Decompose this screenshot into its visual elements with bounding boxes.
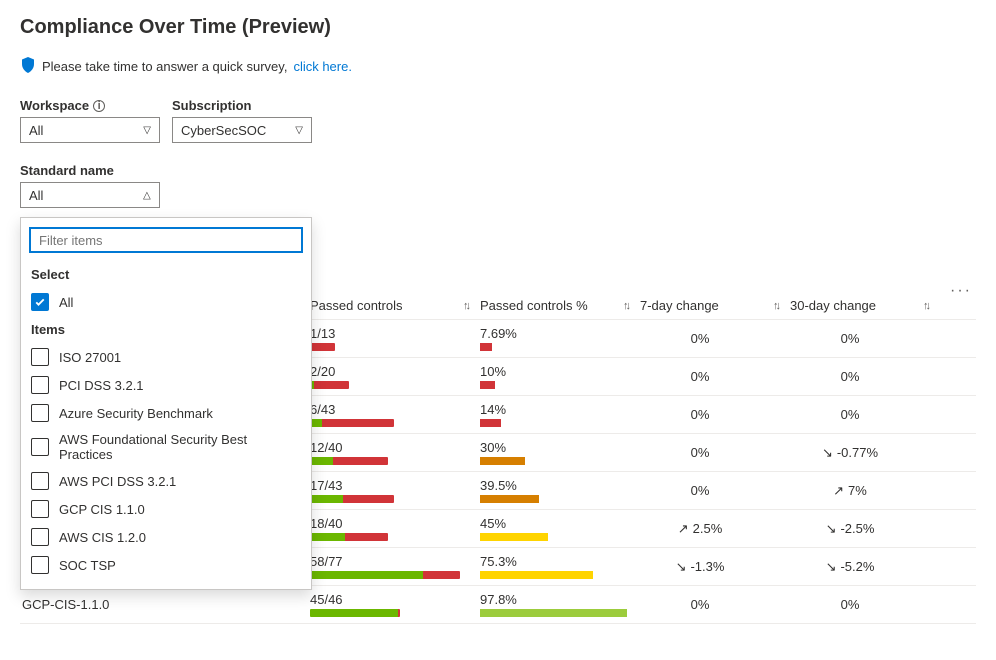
page-title: Compliance Over Time (Preview) <box>20 16 976 39</box>
survey-link[interactable]: click here. <box>293 59 352 74</box>
passed-cell: 17/43 <box>310 478 480 503</box>
7day-change: ↗2.5% <box>640 521 790 537</box>
passed-pct-cell: 39.5% <box>480 478 640 503</box>
checkbox[interactable] <box>31 556 49 574</box>
7day-change: ↘-1.3% <box>640 559 790 575</box>
passed-pct-cell: 14% <box>480 402 640 427</box>
standard-item[interactable]: GCP CIS 1.1.0 <box>21 495 311 523</box>
standard-item[interactable]: AWS PCI DSS 3.2.1 <box>21 467 311 495</box>
info-icon[interactable]: i <box>93 100 105 112</box>
checkbox[interactable] <box>31 472 49 490</box>
col-passed-pct[interactable]: Passed controls % <box>480 298 588 313</box>
checkbox[interactable] <box>31 376 49 394</box>
standard-item[interactable]: Azure Security Benchmark <box>21 399 311 427</box>
subscription-dropdown[interactable]: CyberSecSOC ▽ <box>172 117 312 143</box>
sort-icon[interactable]: ↑↓ <box>463 300 468 312</box>
30day-change: 0% <box>790 597 940 612</box>
col-7day[interactable]: 7-day change <box>640 298 719 313</box>
standard-item-label: AWS Foundational Security Best Practices <box>59 432 301 462</box>
standard-item-label: GCP CIS 1.1.0 <box>59 502 145 517</box>
chevron-down-icon: ▽ <box>143 125 151 136</box>
filter-items-input[interactable] <box>29 227 303 253</box>
workspace-value: All <box>29 123 43 138</box>
standard-item-label: PCI DSS 3.2.1 <box>59 378 144 393</box>
7day-change: 0% <box>640 597 790 612</box>
trend-up-icon: ↗ <box>833 483 844 499</box>
standard-item[interactable]: AWS CIS 1.2.0 <box>21 523 311 551</box>
passed-cell: 18/40 <box>310 516 480 541</box>
workspace-label: Workspace <box>20 98 89 113</box>
select-section-label: Select <box>21 261 311 288</box>
passed-pct-cell: 45% <box>480 516 640 541</box>
standard-item-label: ISO 27001 <box>59 350 121 365</box>
30day-change: 0% <box>790 331 940 346</box>
survey-banner: Please take time to answer a quick surve… <box>20 57 976 76</box>
standard-item[interactable]: AWS Foundational Security Best Practices <box>21 427 311 467</box>
7day-change: 0% <box>640 369 790 384</box>
more-menu[interactable]: ··· <box>950 282 972 300</box>
checkbox[interactable] <box>31 404 49 422</box>
col-30day[interactable]: 30-day change <box>790 298 876 313</box>
standard-label: Standard name <box>20 163 976 178</box>
passed-pct-cell: 30% <box>480 440 640 465</box>
workspace-dropdown[interactable]: All ▽ <box>20 117 160 143</box>
7day-change: 0% <box>640 407 790 422</box>
trend-down-icon: ↘ <box>826 559 837 575</box>
trend-down-icon: ↘ <box>826 521 837 537</box>
passed-cell: 2/20 <box>310 364 480 389</box>
standard-dropdown-panel: Select All Items ISO 27001 PCI DSS 3.2.1 A… <box>20 217 312 590</box>
subscription-label: Subscription <box>172 98 251 113</box>
passed-pct-cell: 75.3% <box>480 554 640 579</box>
passed-cell: 1/13 <box>310 326 480 351</box>
standard-dropdown[interactable]: All ▽ <box>20 182 160 208</box>
passed-cell: 6/43 <box>310 402 480 427</box>
trend-down-icon: ↘ <box>822 445 833 461</box>
chevron-up-icon: ▽ <box>143 190 151 201</box>
standard-item-label: Azure Security Benchmark <box>59 406 213 421</box>
standard-item[interactable]: SOC TSP <box>21 551 311 579</box>
checkbox[interactable] <box>31 528 49 546</box>
subscription-value: CyberSecSOC <box>181 123 266 138</box>
trend-down-icon: ↘ <box>676 559 687 575</box>
row-name: GCP-CIS-1.1.0 <box>20 597 310 612</box>
passed-cell: 12/40 <box>310 440 480 465</box>
30day-change: ↘-5.2% <box>790 559 940 575</box>
passed-cell: 45/46 <box>310 592 480 617</box>
checkbox[interactable] <box>31 348 49 366</box>
standard-item-label: AWS CIS 1.2.0 <box>59 530 146 545</box>
select-all-row[interactable]: All <box>21 288 311 316</box>
7day-change: 0% <box>640 331 790 346</box>
7day-change: 0% <box>640 445 790 460</box>
shield-icon <box>20 57 36 76</box>
sort-icon[interactable]: ↑↓ <box>923 300 928 312</box>
table-row[interactable]: GCP-CIS-1.1.045/4697.8%0%0% <box>20 586 976 624</box>
passed-pct-cell: 7.69% <box>480 326 640 351</box>
checkbox[interactable] <box>31 500 49 518</box>
30day-change: 0% <box>790 369 940 384</box>
passed-pct-cell: 97.8% <box>480 592 640 617</box>
sort-icon[interactable]: ↑↓ <box>773 300 778 312</box>
select-all-label: All <box>59 295 73 310</box>
standard-item-label: AWS PCI DSS 3.2.1 <box>59 474 176 489</box>
passed-pct-cell: 10% <box>480 364 640 389</box>
checkbox[interactable] <box>31 438 49 456</box>
standard-item-label: SOC TSP <box>59 558 116 573</box>
col-passed[interactable]: Passed controls <box>310 298 403 313</box>
survey-text: Please take time to answer a quick surve… <box>42 59 287 74</box>
7day-change: 0% <box>640 483 790 498</box>
standard-item[interactable]: PCI DSS 3.2.1 <box>21 371 311 399</box>
sort-icon[interactable]: ↑↓ <box>623 300 628 312</box>
standard-value: All <box>29 188 43 203</box>
30day-change: ↘-2.5% <box>790 521 940 537</box>
standard-item[interactable]: ISO 27001 <box>21 343 311 371</box>
passed-cell: 58/77 <box>310 554 480 579</box>
items-section-label: Items <box>21 316 311 343</box>
30day-change: ↗7% <box>790 483 940 499</box>
checkbox-checked[interactable] <box>31 293 49 311</box>
30day-change: ↘-0.77% <box>790 445 940 461</box>
chevron-down-icon: ▽ <box>295 125 303 136</box>
trend-up-icon: ↗ <box>678 521 689 537</box>
30day-change: 0% <box>790 407 940 422</box>
